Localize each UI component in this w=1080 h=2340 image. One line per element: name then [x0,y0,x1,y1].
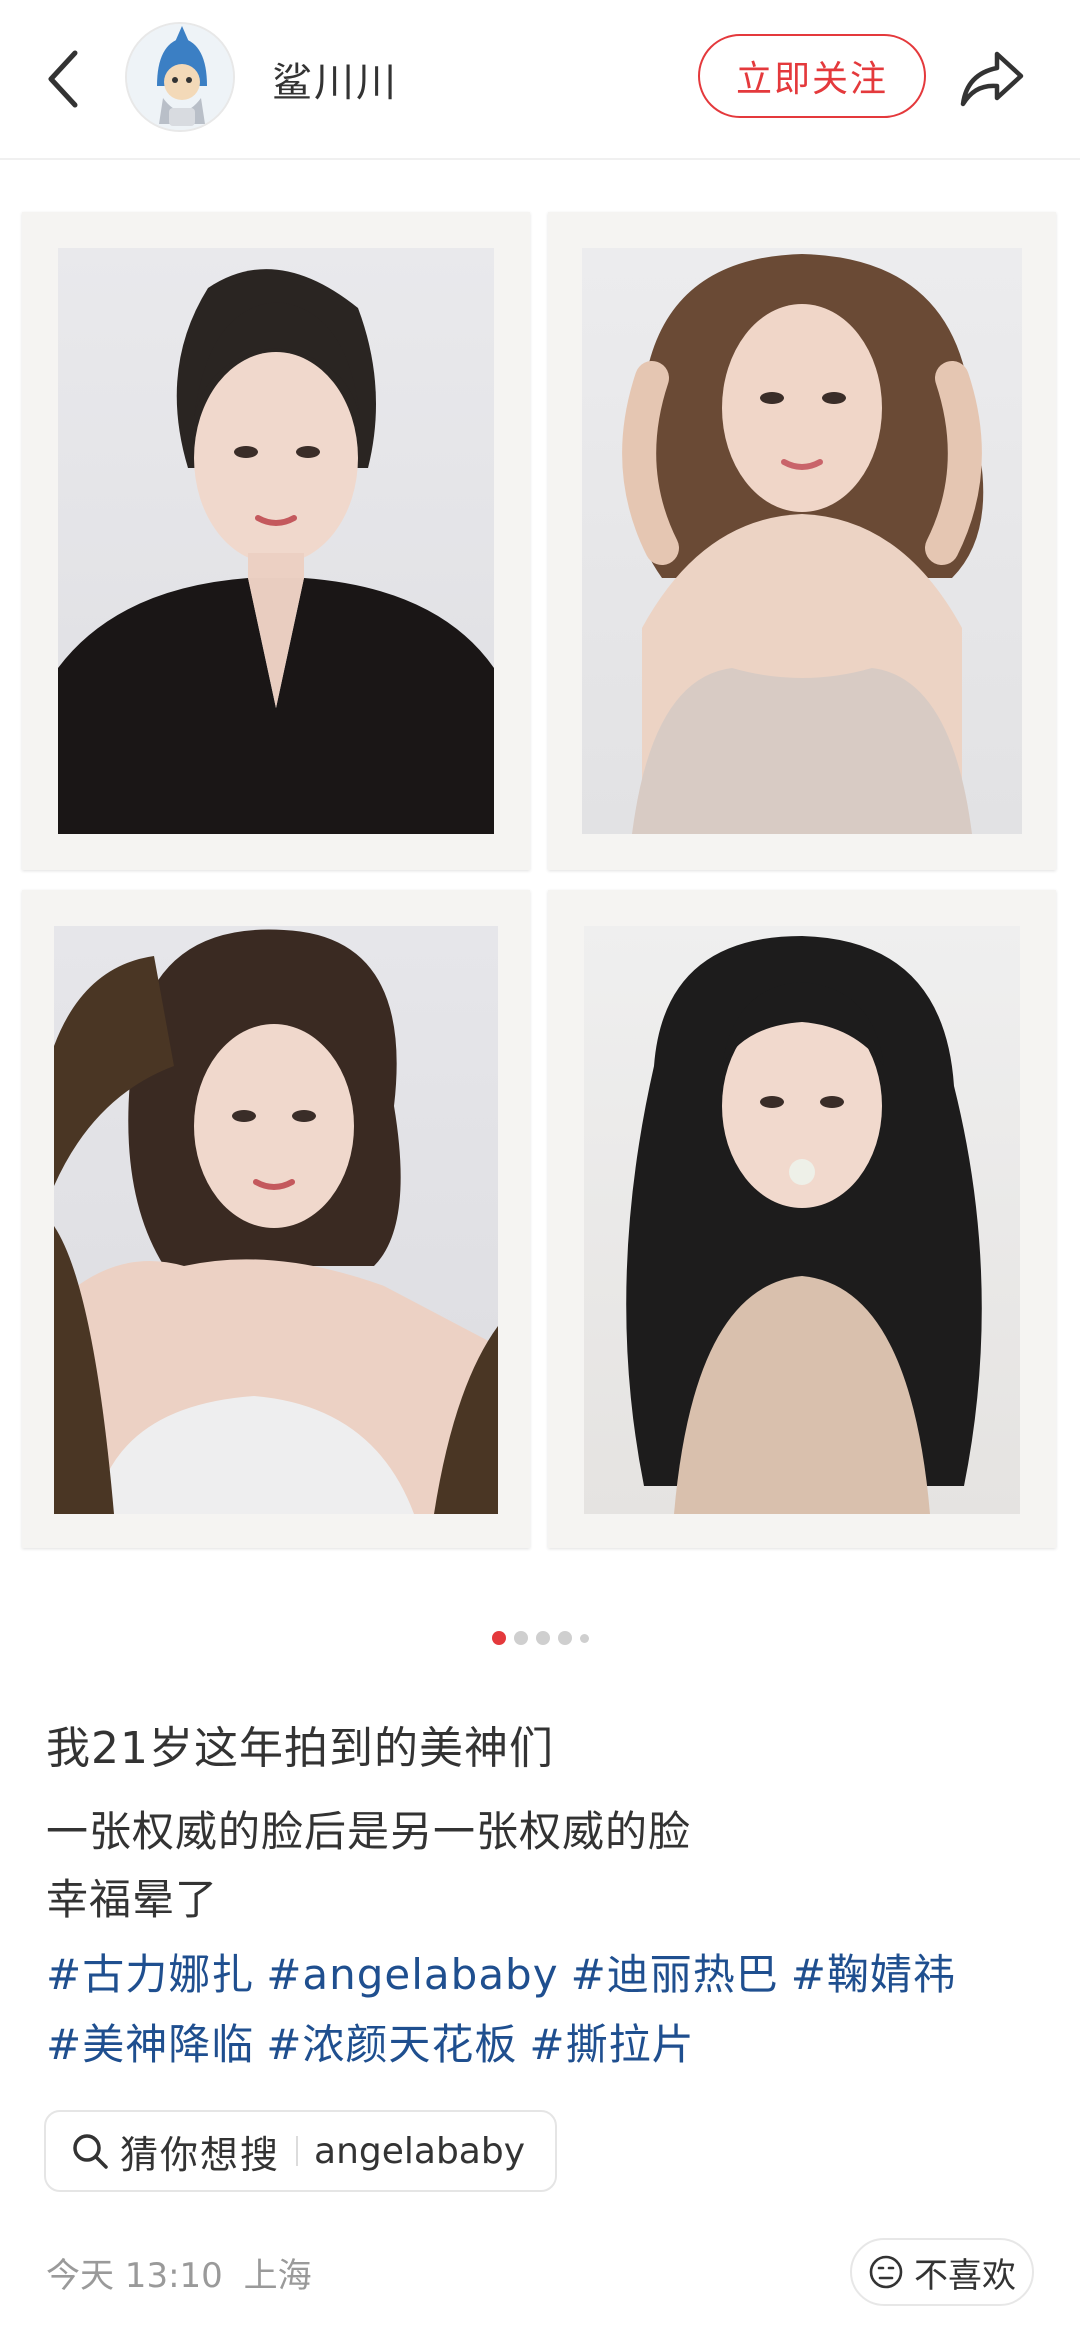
hashtag[interactable]: #鞠婧祎 [791,1940,956,2010]
follow-button[interactable]: 立即关注 [698,34,926,118]
divider [296,2136,299,2166]
hashtag[interactable]: #美神降临 [46,2010,254,2080]
portrait-photo [584,926,1020,1514]
pager-dot [491,1631,506,1645]
top-bar: 鲨川川 立即关注 [0,0,1080,160]
post-text-line: 幸福晕了 [46,1875,219,1924]
post-meta: 今天 13:10 上海 [46,2248,322,2297]
hashtag[interactable]: #angelababy [266,1940,558,2010]
frown-face-icon [869,2255,903,2289]
back-button[interactable] [38,44,88,114]
polaroid-photo[interactable] [548,890,1056,1548]
shark-mascot-icon [127,24,233,130]
polaroid-photo[interactable] [548,212,1056,870]
share-button[interactable] [955,42,1029,116]
dislike-button[interactable]: 不喜欢 [850,2238,1034,2306]
post-date: 今天 13:10 [46,2256,223,2296]
hashtag[interactable]: #撕拉片 [529,2010,694,2080]
post-text-line: 一张权威的脸后是另一张权威的脸 [46,1807,692,1856]
hashtag-list: #古力娜扎 #angelababy #迪丽热巴 #鞠婧祎 #美神降临 #浓颜天花板 #撕拉… [46,1940,1036,2080]
share-arrow-icon [960,51,1024,107]
hashtag[interactable]: #迪丽热巴 [571,1940,779,2010]
polaroid-photo[interactable] [22,890,530,1548]
pager-dot [535,1631,550,1645]
dislike-label: 不喜欢 [914,2255,1016,2296]
search-icon [70,2131,110,2171]
post-location: 上海 [243,2256,312,2296]
portrait-photo [582,248,1022,834]
search-suggestion-term: angelababy [314,2130,526,2172]
post-title: 我21岁这年拍到的美神们 [46,1723,554,1774]
image-carousel[interactable] [0,160,1080,1600]
pager-dot [579,1633,589,1643]
search-suggestion-label: 猜你想搜 [120,2132,281,2177]
carousel-indicator [0,1628,1080,1648]
pager-dot [557,1631,572,1645]
search-suggestion-button[interactable]: 猜你想搜 angelababy [44,2110,558,2192]
portrait-photo [54,926,498,1514]
portrait-photo [58,248,494,834]
polaroid-photo[interactable] [22,212,530,870]
hashtag[interactable]: #浓颜天花板 [266,2010,517,2080]
avatar[interactable] [125,22,235,132]
pager-dot [513,1631,528,1645]
hashtag[interactable]: #古力娜扎 [46,1940,254,2010]
author-name[interactable]: 鲨川川 [272,50,398,108]
chevron-left-icon [48,50,78,108]
